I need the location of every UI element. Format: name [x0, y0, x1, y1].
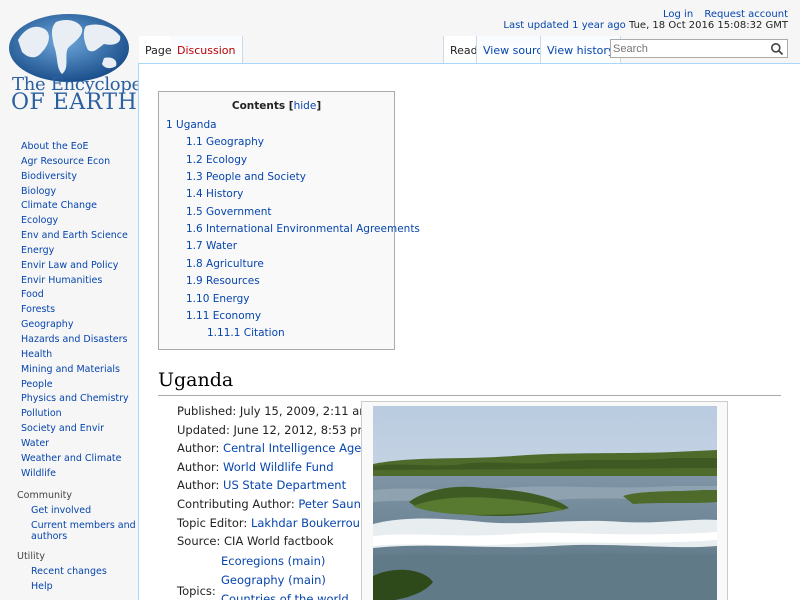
source-row: Source: CIA World factbook	[177, 534, 334, 549]
toc-item-energy[interactable]: 1.10 Energy	[186, 293, 249, 305]
sidebar-item-biology[interactable]: Biology	[21, 185, 138, 200]
sidebar-item-envir-law-policy[interactable]: Envir Law and Policy	[21, 259, 138, 274]
topic-editor-row: Topic Editor: Lakhdar Boukerrou	[177, 514, 382, 533]
toc-title: Contents [hide]	[231, 100, 322, 112]
toc-item-agriculture[interactable]: 1.8 Agriculture	[186, 258, 264, 270]
author-link-state-dept[interactable]: US State Department	[223, 478, 346, 492]
sidebar-item-health[interactable]: Health	[21, 348, 138, 363]
sidebar-item-climate-change[interactable]: Climate Change	[21, 199, 138, 214]
utility-list: Recent changes Help	[0, 564, 138, 592]
sidebar-item-weather-climate[interactable]: Weather and Climate	[21, 452, 138, 467]
search-icon[interactable]	[770, 42, 784, 56]
toc-item-economy[interactable]: 1.11 Economy	[186, 310, 261, 322]
author-label: Author:	[177, 478, 220, 493]
page-title: Uganda	[158, 369, 234, 391]
topic-editor-label: Topic Editor:	[177, 515, 248, 530]
contributing-author-row: Contributing Author: Peter Saundry	[177, 495, 382, 514]
toc-hide-link[interactable]: hide	[294, 100, 317, 112]
sidebar-item-help[interactable]: Help	[31, 581, 138, 592]
globe-icon	[9, 14, 129, 82]
topic-link-geography[interactable]: Geography (main)	[221, 573, 326, 587]
toc-item-people-society[interactable]: 1.3 People and Society	[186, 171, 306, 183]
sidebar-item-water[interactable]: Water	[21, 437, 138, 452]
sidebar-item-hazards[interactable]: Hazards and Disasters	[21, 333, 138, 348]
sidebar-item-wildlife[interactable]: Wildlife	[21, 467, 138, 482]
sidebar-item-energy[interactable]: Energy	[21, 244, 138, 259]
title-divider	[158, 395, 781, 396]
sidebar: About the EoE Agr Resource Econ Biodiver…	[0, 140, 138, 596]
author-label: Author:	[177, 441, 220, 456]
sidebar-item-get-involved[interactable]: Get involved	[31, 505, 138, 516]
author-row: Author: Central Intelligence Agency	[177, 439, 382, 458]
sidebar-item-physics-chemistry[interactable]: Physics and Chemistry	[21, 392, 138, 407]
topic-link-ecoregions[interactable]: Ecoregions (main)	[221, 554, 325, 568]
personal-links: Log in Request account	[655, 9, 788, 20]
toc-item-water[interactable]: 1.7 Water	[186, 240, 237, 252]
sidebar-item-people[interactable]: People	[21, 378, 138, 393]
published-date: Published: July 15, 2009, 2:11 am	[177, 404, 371, 418]
login-link[interactable]: Log in	[663, 9, 693, 20]
toc-item-ecology[interactable]: 1.2 Ecology	[186, 154, 247, 166]
search-input[interactable]	[613, 42, 763, 56]
sidebar-item-biodiversity[interactable]: Biodiversity	[21, 170, 138, 185]
author-link-wwf[interactable]: World Wildlife Fund	[223, 460, 333, 474]
tab-discussion[interactable]: Discussion	[171, 36, 243, 64]
sidebar-item-food[interactable]: Food	[21, 288, 138, 303]
logo-text-line2: OF EARTH	[11, 90, 138, 115]
author-row: Author: World Wildlife Fund	[177, 458, 382, 477]
content-area: Contents [hide] 1 Uganda 1.1 Geography 1…	[138, 63, 800, 600]
last-updated-date: Tue, 18 Oct 2016 15:08:32 GMT	[628, 20, 788, 31]
article-metadata: Published: July 15, 2009, 2:11 am Update…	[177, 402, 382, 551]
contributing-author-label: Contributing Author:	[177, 496, 295, 511]
last-updated: Last updated 1 year ago Tue, 18 Oct 2016…	[503, 20, 788, 31]
table-of-contents: Contents [hide] 1 Uganda 1.1 Geography 1…	[158, 91, 420, 350]
sidebar-item-geography[interactable]: Geography	[21, 318, 138, 333]
article-thumbnail	[361, 401, 728, 600]
sidebar-item-env-earth-science[interactable]: Env and Earth Science	[21, 229, 138, 244]
topic-link-countries[interactable]: Countries of the world	[221, 592, 349, 600]
author-label: Author:	[177, 459, 220, 474]
sidebar-item-current-members[interactable]: Current members and authors	[31, 520, 138, 542]
toc-item-geography[interactable]: 1.1 Geography	[186, 136, 264, 148]
toc-item-intl-agreements[interactable]: 1.6 International Environmental Agreemen…	[186, 223, 420, 235]
toc-heading: Contents	[231, 100, 286, 112]
sidebar-item-envir-humanities[interactable]: Envir Humanities	[21, 274, 138, 289]
search-box	[610, 39, 788, 58]
sidebar-item-mining[interactable]: Mining and Materials	[21, 363, 138, 378]
topics-label: Topics:	[177, 584, 216, 598]
utility-heading: Utility	[17, 551, 45, 563]
river-photo[interactable]	[373, 406, 717, 600]
toc-item-uganda[interactable]: 1 Uganda	[166, 119, 217, 131]
toc-item-history[interactable]: 1.4 History	[186, 188, 243, 200]
site-logo[interactable]: The Encyclopedia OF EARTH	[0, 0, 169, 118]
author-row: Author: US State Department	[177, 476, 382, 495]
sidebar-item-pollution[interactable]: Pollution	[21, 407, 138, 422]
sidebar-item-ecology[interactable]: Ecology	[21, 214, 138, 229]
topic-editor-link[interactable]: Lakhdar Boukerrou	[251, 516, 360, 530]
community-heading: Community	[17, 490, 72, 502]
sidebar-nav: About the EoE Agr Resource Econ Biodiver…	[0, 140, 138, 481]
toc-item-citation[interactable]: 1.11.1 Citation	[207, 327, 285, 339]
sidebar-item-society-envir[interactable]: Society and Envir	[21, 422, 138, 437]
toc-item-resources[interactable]: 1.9 Resources	[186, 275, 260, 287]
toc-item-government[interactable]: 1.5 Government	[186, 206, 272, 218]
sidebar-item-agr-resource-econ[interactable]: Agr Resource Econ	[21, 155, 138, 170]
sidebar-item-about[interactable]: About the EoE	[21, 140, 138, 155]
sidebar-item-recent-changes[interactable]: Recent changes	[31, 566, 138, 577]
last-updated-link[interactable]: Last updated 1 year ago	[503, 20, 625, 31]
request-account-link[interactable]: Request account	[704, 9, 788, 20]
sidebar-item-forests[interactable]: Forests	[21, 303, 138, 318]
community-list: Get involved Current members and authors	[0, 503, 138, 542]
updated-date: Updated: June 12, 2012, 8:53 pm	[177, 422, 369, 437]
author-link-cia[interactable]: Central Intelligence Agency	[223, 441, 382, 455]
